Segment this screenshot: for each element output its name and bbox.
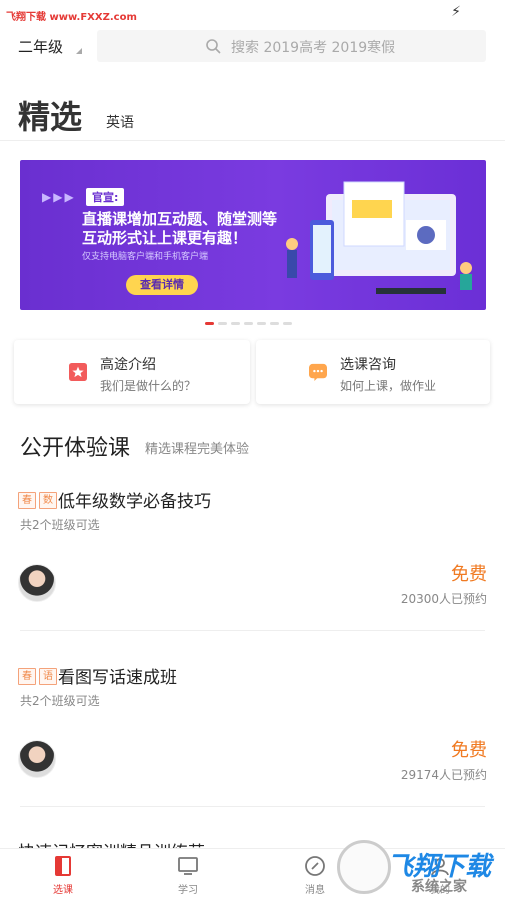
watermark-small: 系统之家: [411, 879, 467, 895]
card-intro[interactable]: 高途介绍 我们是做什么的？: [14, 340, 250, 404]
tab-english[interactable]: 英语: [106, 112, 134, 132]
divider: [20, 630, 485, 631]
section-title: 公开体验课: [20, 436, 131, 461]
watermark-logo-icon: [337, 840, 391, 894]
bookmark-icon: [69, 363, 87, 381]
section-subtitle: 精选课程完美体验: [145, 442, 250, 457]
search-icon: [206, 39, 221, 54]
course-booked-count: 29174人已预约: [400, 768, 487, 782]
nav-label: 学习: [178, 885, 198, 896]
banner-tag: 官宣:: [86, 188, 125, 206]
search-bar[interactable]: 搜索 2019高考 2019寒假: [97, 30, 486, 62]
course-select-icon: [55, 856, 71, 876]
course-tag: 春: [18, 492, 36, 509]
carousel-dot[interactable]: [283, 322, 292, 325]
monitor-icon: [178, 857, 198, 875]
divider: [20, 806, 485, 807]
search-placeholder: 搜索 2019高考 2019寒假: [231, 40, 396, 56]
banner-illustration: [286, 181, 472, 294]
course-price: 免费: [451, 564, 487, 585]
course-tag: 春: [18, 668, 36, 685]
card-subtitle: 我们是做什么的？: [100, 379, 197, 393]
arrows-decoration: ▶▶▶: [42, 190, 76, 204]
course-title: 低年级数学必备技巧: [58, 492, 211, 512]
course-tags: 春数: [18, 488, 60, 509]
course-item[interactable]: 春数 低年级数学必备技巧 共2个班级可选 免费 20300人已预约: [0, 488, 505, 664]
nav-label: 选课: [53, 885, 73, 896]
card-title: 高途介绍: [100, 357, 156, 373]
grade-selector[interactable]: 二年级: [18, 36, 63, 57]
tab-featured[interactable]: 精选: [18, 92, 82, 138]
carousel-dot[interactable]: [257, 322, 266, 325]
top-bar: 二年级 搜索 2019高考 2019寒假: [0, 28, 505, 68]
course-classes: 共2个班级可选: [20, 518, 100, 532]
card-consult[interactable]: 选课咨询 如何上课，做作业: [256, 340, 490, 404]
banner-headline-2: 互动形式让上课更有趣！: [82, 229, 248, 247]
compass-icon: [305, 856, 325, 876]
status-bar: 飞翔下载 www.FXXZ.com ⚡: [0, 0, 505, 28]
promo-banner[interactable]: ▶▶▶ 官宣: 直播课增加互动题、随堂测等 互动形式让上课更有趣！ 仅支持电脑客…: [20, 160, 486, 310]
charging-icon: ⚡: [451, 4, 461, 20]
banner-detail-button[interactable]: 查看详情: [126, 275, 198, 295]
card-title: 选课咨询: [340, 357, 396, 373]
chat-icon: [309, 363, 327, 381]
course-tags: 春语: [18, 664, 60, 685]
course-classes: 共2个班级可选: [20, 694, 100, 708]
watermark-text: 飞翔下载 www.FXXZ.com: [6, 12, 137, 23]
carousel-dot[interactable]: [231, 322, 240, 325]
category-tabs: 精选 英语: [0, 92, 505, 141]
course-tag: 语: [39, 668, 57, 685]
corner-watermark: 飞翔下载 系统之家: [335, 836, 505, 900]
course-price: 免费: [451, 740, 487, 761]
course-booked-count: 20300人已预约: [400, 592, 487, 606]
teacher-avatar: [18, 564, 56, 602]
nav-study[interactable]: 学习: [158, 855, 218, 896]
caret-icon: [76, 48, 82, 54]
card-subtitle: 如何上课，做作业: [340, 379, 437, 393]
teacher-avatar: [18, 740, 56, 778]
carousel-dot[interactable]: [218, 322, 227, 325]
banner-headline-1: 直播课增加互动题、随堂测等: [82, 210, 278, 228]
banner-note: 仅支持电脑客户端和手机客户端: [82, 252, 209, 262]
carousel-indicator: [205, 322, 296, 326]
carousel-dot[interactable]: [270, 322, 279, 325]
nav-course-select[interactable]: 选课: [33, 855, 93, 896]
course-item[interactable]: 春语 看图写话速成班 共2个班级可选 免费 29174人已预约: [0, 664, 505, 840]
course-title: 看图写话速成班: [58, 668, 177, 688]
course-tag: 数: [39, 492, 57, 509]
carousel-dot[interactable]: [244, 322, 253, 325]
carousel-dot[interactable]: [205, 322, 214, 325]
